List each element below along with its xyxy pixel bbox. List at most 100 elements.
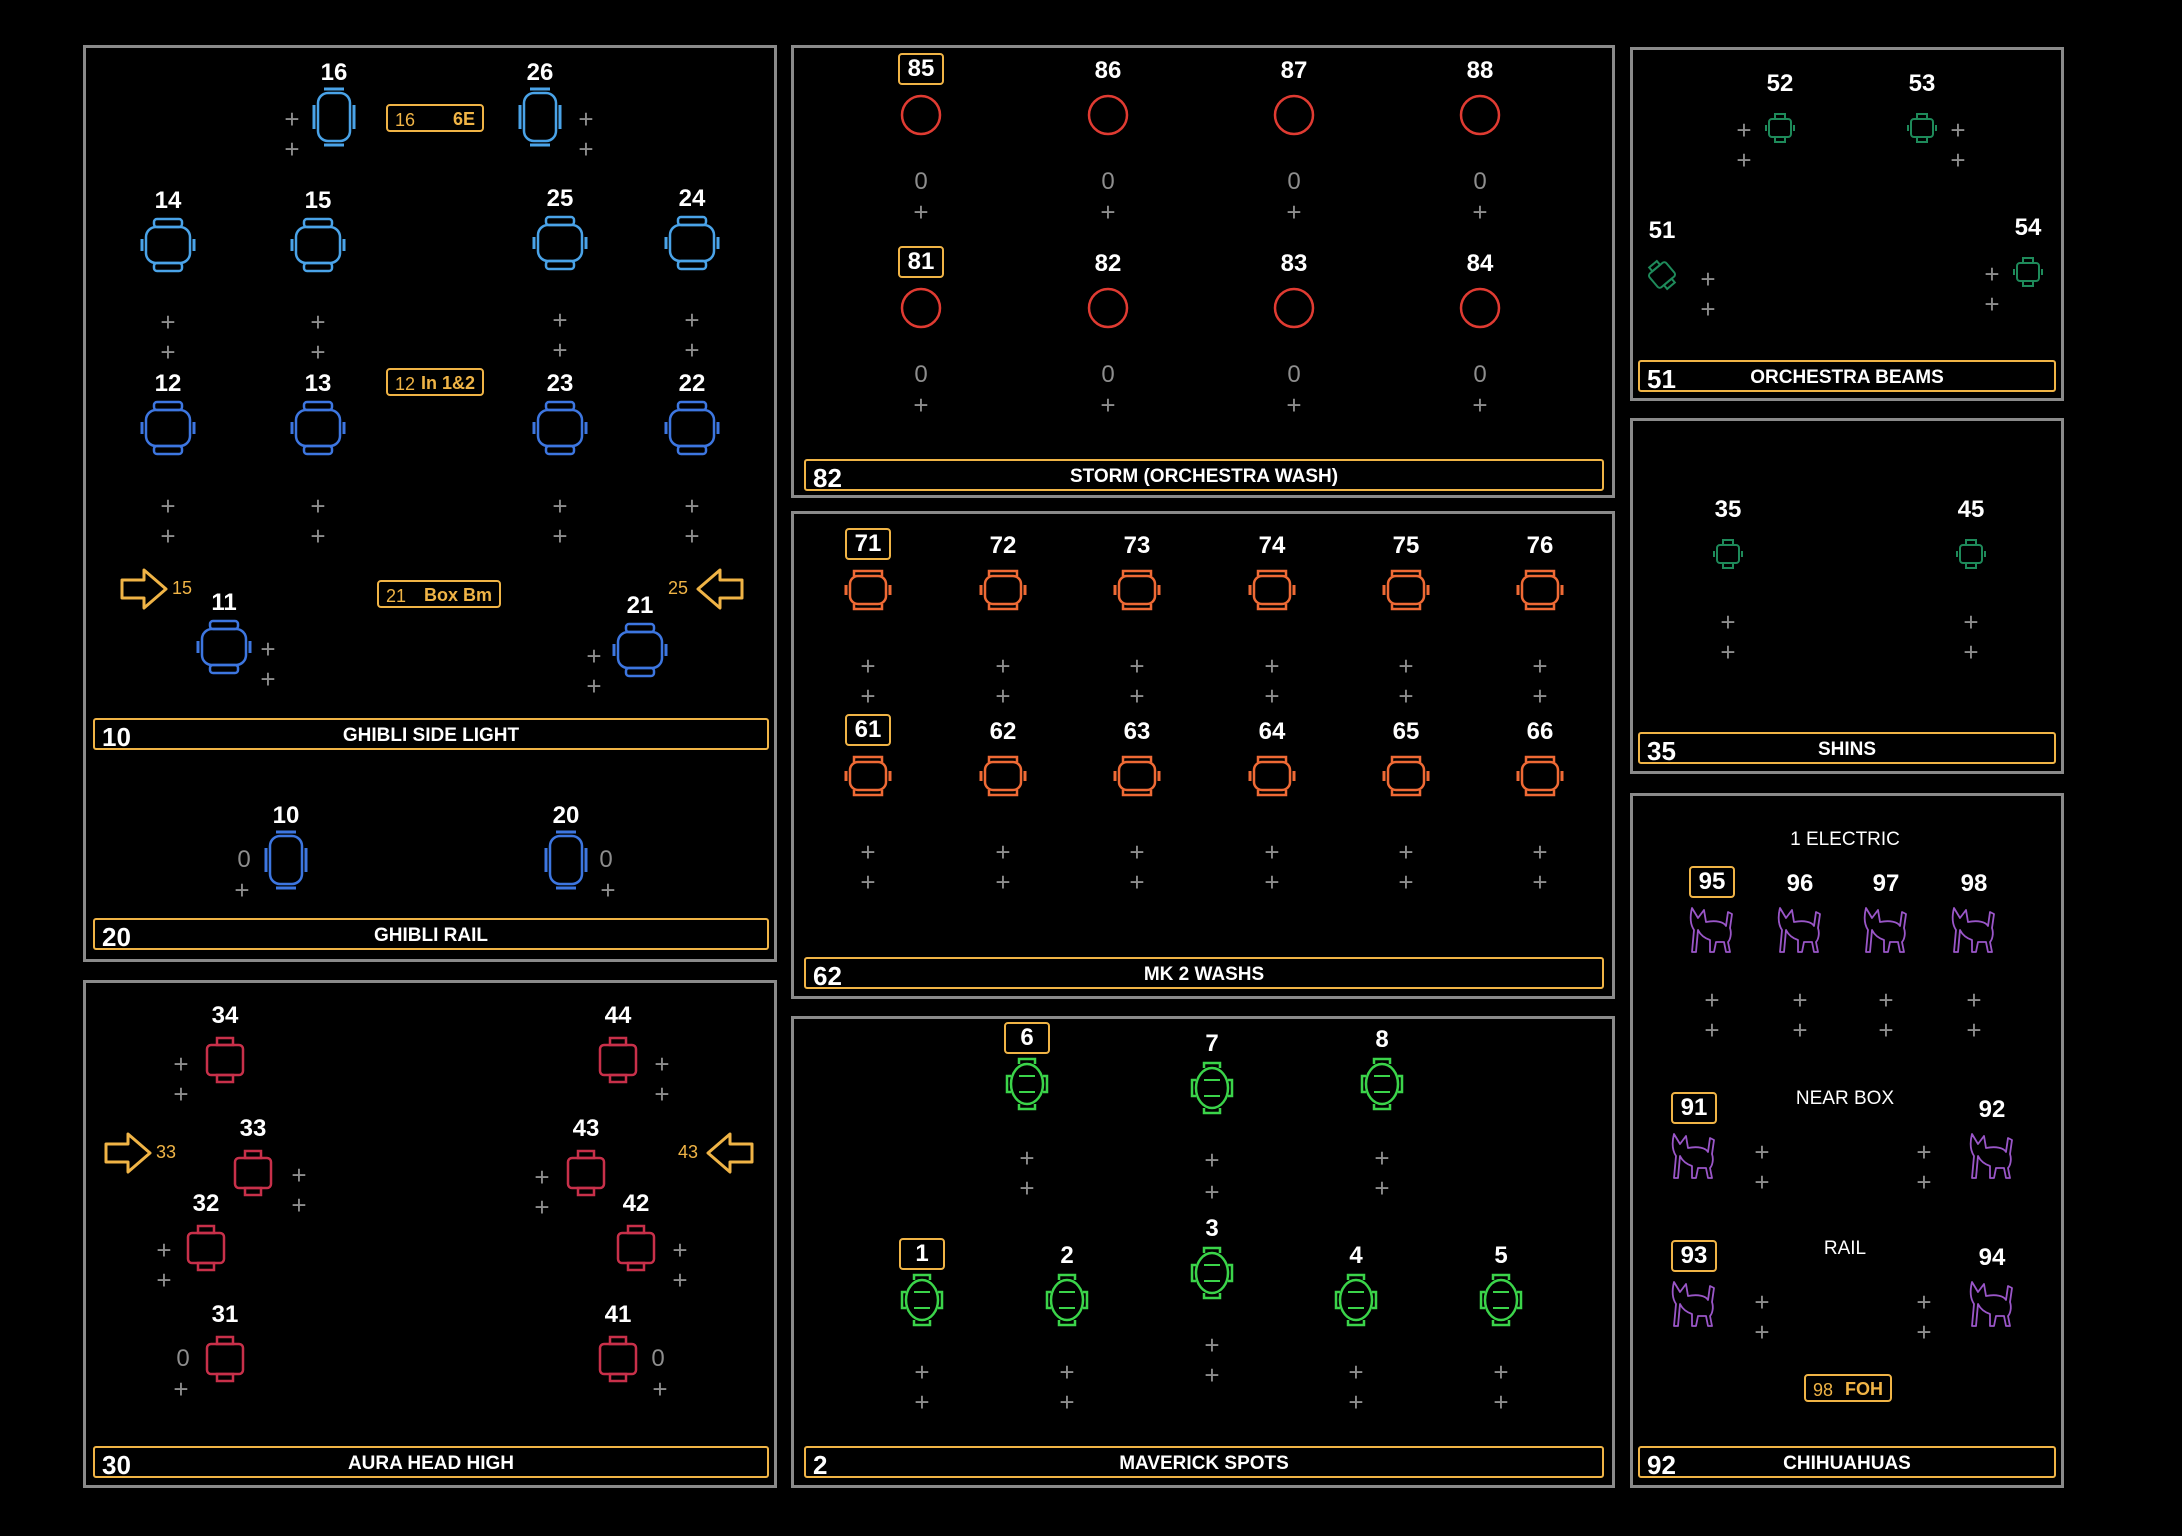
fixture-symbol-icon — [612, 622, 668, 678]
plus-icon: + — [310, 307, 326, 337]
fixture-number: 82 — [1094, 250, 1122, 277]
group-footer-ghibli-side[interactable]: 10 GHIBLI SIDE LIGHT — [93, 718, 769, 752]
group-footer-orchestra-beams[interactable]: 51 ORCHESTRA BEAMS — [1638, 360, 2056, 394]
zero-value: 0 — [1473, 361, 1487, 388]
plus-icon: + — [860, 837, 876, 867]
fixture-symbol-icon — [140, 217, 196, 273]
plus-icon: + — [1264, 837, 1280, 867]
position-tag-in12[interactable]: 12 In 1&2 — [386, 368, 484, 396]
fixture-symbol-icon — [532, 400, 588, 456]
group-footer-storm[interactable]: 82 STORM (ORCHESTRA WASH) — [804, 459, 1604, 493]
plus-icon: + — [1532, 651, 1548, 681]
fixture-number: 45 — [1957, 496, 1985, 523]
plus-icon: + — [552, 521, 568, 551]
plus-icon: + — [1264, 867, 1280, 897]
group-footer-mk2[interactable]: 62 MK 2 WASHS — [804, 957, 1604, 991]
tag-number: 12 — [395, 374, 416, 394]
group-title: CHIHUAHUAS — [1783, 1453, 1911, 1474]
group-footer-chihuahuas[interactable]: 92 CHIHUAHUAS — [1638, 1446, 2056, 1480]
plus-icon: + — [1532, 681, 1548, 711]
fixture-symbol-icon — [1956, 539, 1986, 569]
fixture-number: 21 — [626, 592, 654, 619]
plus-icon: + — [995, 837, 1011, 867]
fixture-number: 71 — [845, 528, 891, 560]
fixture-number: 44 — [604, 1002, 632, 1029]
plus-icon: + — [1348, 1387, 1364, 1417]
position-tag-box-bm[interactable]: 21 Box Bm — [377, 580, 501, 608]
tag-label: Box Bm — [423, 585, 492, 605]
fixture-number: 87 — [1280, 57, 1308, 84]
plus-icon: + — [1720, 637, 1736, 667]
fixture-number: 8 — [1375, 1026, 1389, 1053]
plus-icon: + — [1472, 197, 1488, 227]
fixture-symbol-icon — [1382, 569, 1430, 611]
fixture-symbol-icon — [1382, 755, 1430, 797]
plus-icon: + — [1493, 1357, 1509, 1387]
plus-icon: + — [1792, 1015, 1808, 1045]
fixture-number: 85 — [898, 53, 944, 85]
fixture-symbol-icon — [598, 1036, 638, 1084]
plus-icon: + — [672, 1235, 688, 1265]
fixture-number: 76 — [1526, 532, 1554, 559]
plus-icon: + — [1532, 837, 1548, 867]
fixture-number: 73 — [1123, 532, 1151, 559]
fixture-number: 26 — [526, 59, 554, 86]
plus-icon: + — [1100, 197, 1116, 227]
plus-icon: + — [1472, 390, 1488, 420]
plus-icon: + — [1700, 264, 1716, 294]
plus-icon: + — [1286, 197, 1302, 227]
plus-icon: + — [291, 1160, 307, 1190]
fixture-symbol-icon — [1113, 569, 1161, 611]
plus-icon: + — [156, 1235, 172, 1265]
position-tag-foh[interactable]: 98 FOH — [1804, 1374, 1892, 1402]
fixture-number: 20 — [552, 802, 580, 829]
fixture-symbol-icon — [544, 830, 588, 890]
fixture-symbol-icon — [1334, 1273, 1378, 1327]
plus-icon: + — [1704, 985, 1720, 1015]
fixture-symbol-icon — [979, 569, 1027, 611]
group-title: SHINS — [1817, 739, 1877, 760]
plus-icon: + — [1736, 145, 1752, 175]
fixture-number: 13 — [304, 370, 332, 397]
group-footer-aura[interactable]: 30 AURA HEAD HIGH — [93, 1446, 769, 1480]
group-title: GHIBLI SIDE LIGHT — [342, 725, 520, 746]
plus-icon: + — [310, 521, 326, 551]
fixture-number: 11 — [211, 589, 237, 616]
zero-value: 0 — [651, 1345, 665, 1372]
group-footer-shins[interactable]: 35 SHINS — [1638, 732, 2056, 766]
fixture-number: 22 — [678, 370, 706, 397]
fixture-number: 83 — [1280, 250, 1308, 277]
position-tag-6e[interactable]: 16 6E — [386, 104, 484, 132]
arrow-right-icon[interactable]: 15 — [120, 568, 192, 615]
fixture-symbol-icon — [1248, 569, 1296, 611]
fixture-number: 32 — [192, 1190, 220, 1217]
plus-icon: + — [1984, 259, 2000, 289]
fixture-number: 2 — [1060, 1242, 1074, 1269]
zero-value: 0 — [914, 361, 928, 388]
plus-icon: + — [260, 664, 276, 694]
fixture-symbol-icon — [1516, 569, 1564, 611]
fixture-symbol-icon — [1479, 1273, 1523, 1327]
fixture-number: 65 — [1392, 718, 1420, 745]
fixture-symbol-icon — [1005, 1057, 1049, 1111]
plus-icon: + — [1754, 1317, 1770, 1347]
zero-value: 0 — [1473, 168, 1487, 195]
group-footer-ghibli-rail[interactable]: 20 GHIBLI RAIL — [93, 918, 769, 952]
tag-number: 21 — [386, 586, 407, 606]
fixture-number: 14 — [154, 187, 182, 214]
plus-icon: + — [1100, 390, 1116, 420]
plus-icon: + — [995, 651, 1011, 681]
plus-icon: + — [1374, 1173, 1390, 1203]
plus-icon: + — [1878, 1015, 1894, 1045]
plus-icon: + — [291, 1190, 307, 1220]
fixture-number: 35 — [1714, 496, 1742, 523]
fixture-number: 72 — [989, 532, 1017, 559]
zero-value: 0 — [176, 1345, 190, 1372]
arrow-right-icon[interactable]: 33 — [104, 1132, 176, 1179]
fixture-symbol-icon — [1951, 907, 1995, 953]
fixture-number: 16 — [320, 59, 348, 86]
fixture-symbol-icon — [1459, 94, 1501, 136]
group-footer-maverick[interactable]: 2 MAVERICK SPOTS — [804, 1446, 1604, 1480]
fixture-symbol-icon — [1360, 1057, 1404, 1111]
group-title: MK 2 WASHS — [1143, 964, 1265, 985]
